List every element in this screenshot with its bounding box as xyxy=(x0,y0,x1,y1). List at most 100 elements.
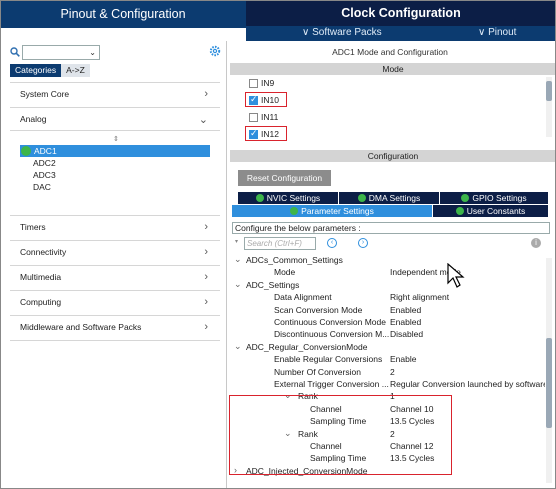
parameter-row[interactable]: Continuous Conversion Mode Enabled xyxy=(232,317,544,329)
search-previous-icon[interactable]: ‹ xyxy=(327,238,337,248)
parameter-row[interactable]: Discontinuous Conversion M... Disabled xyxy=(232,329,544,341)
tab-parameter-settings[interactable]: Parameter Settings xyxy=(232,205,432,217)
chevron-right-icon: › xyxy=(204,296,208,308)
info-icon[interactable]: i xyxy=(531,238,541,248)
check-circle-icon xyxy=(455,207,464,215)
checkbox-label: IN11 xyxy=(261,112,279,122)
category-timers[interactable]: Timers › xyxy=(20,221,210,236)
list-item-dac[interactable]: DAC xyxy=(33,182,51,192)
parameter-name: Mode xyxy=(274,267,296,278)
pinout-menu[interactable]: ∨ Pinout xyxy=(478,27,516,38)
parameter-row[interactable]: Enable Regular Conversions Enable xyxy=(232,354,544,366)
parameter-value[interactable]: Enable xyxy=(390,354,545,364)
parameter-name: External Trigger Conversion ... xyxy=(274,379,389,389)
parameter-name: ADCs_Common_Settings xyxy=(246,255,343,265)
divider xyxy=(10,82,220,83)
tab-clock-configuration[interactable]: Clock Configuration xyxy=(246,0,556,26)
category-label: Multimedia xyxy=(20,272,62,282)
checkbox[interactable] xyxy=(249,79,258,88)
parameter-scrollbar[interactable] xyxy=(546,258,552,483)
mouse-cursor-icon xyxy=(447,263,465,288)
search-icon xyxy=(10,47,20,57)
category-analog[interactable]: Analog ⌄ xyxy=(20,114,210,128)
chevron-down-icon[interactable]: ⌄ xyxy=(234,254,242,265)
configure-parameters-label: Configure the below parameters : xyxy=(232,222,550,234)
secondary-menu-bar: ∨ Software Packs ∨ Pinout xyxy=(246,26,556,41)
parameter-group-row[interactable]: ⌄ ADC_Regular_ConversionMode xyxy=(232,341,544,354)
search-next-icon[interactable]: › xyxy=(358,238,368,248)
list-item-adc1[interactable]: ADC1 xyxy=(20,145,210,157)
mode-scrollbar[interactable] xyxy=(546,77,552,137)
parameter-row[interactable]: Data Alignment Right alignment xyxy=(232,292,544,304)
mode-header: Mode xyxy=(230,63,556,75)
highlight-box xyxy=(245,92,287,107)
gear-icon[interactable] xyxy=(209,45,221,57)
parameter-value[interactable]: Disabled xyxy=(390,329,545,339)
chevron-right-icon: › xyxy=(204,321,208,333)
tab-categories[interactable]: Categories xyxy=(10,64,62,77)
tab-label: User Constants xyxy=(466,206,526,216)
checkbox[interactable] xyxy=(249,113,258,122)
divider xyxy=(10,107,220,108)
parameter-row[interactable]: External Trigger Conversion ... Regular C… xyxy=(232,379,545,391)
parameter-name: Number Of Conversion xyxy=(274,366,361,377)
parameter-name: ADC_Settings xyxy=(246,279,300,290)
tab-pinout-configuration[interactable]: Pinout & Configuration xyxy=(0,0,246,28)
software-packs-menu[interactable]: ∨ Software Packs xyxy=(302,27,382,38)
tab-dma-settings[interactable]: DMA Settings xyxy=(339,192,439,204)
category-middleware[interactable]: Middleware and Software Packs › xyxy=(20,321,210,336)
tab-label: GPIO Settings xyxy=(472,193,527,203)
sort-icon[interactable]: ⇕ xyxy=(113,135,119,143)
category-connectivity[interactable]: Connectivity › xyxy=(20,246,210,261)
chevron-down-icon: ⌄ xyxy=(89,48,96,57)
parameter-row[interactable]: Scan Conversion Mode Enabled xyxy=(232,305,544,317)
configuration-header: Configuration xyxy=(230,150,556,162)
category-multimedia[interactable]: Multimedia › xyxy=(20,271,210,286)
category-label: Analog xyxy=(20,114,47,124)
check-circle-icon xyxy=(461,194,470,202)
scrollbar-thumb[interactable] xyxy=(546,81,552,101)
search-dropdown[interactable]: ⌄ xyxy=(22,45,100,60)
divider xyxy=(10,265,220,266)
parameter-search-input[interactable]: Search (Ctrl+F) xyxy=(244,237,316,250)
parameter-value[interactable]: Enabled xyxy=(390,305,545,315)
chevron-down-icon: ⌄ xyxy=(198,114,208,126)
category-label: System Core xyxy=(20,89,70,99)
chevron-right-icon: › xyxy=(204,88,208,100)
parameter-value[interactable]: Right alignment xyxy=(390,292,545,302)
divider xyxy=(10,240,220,241)
parameter-row[interactable]: Number Of Conversion 2 xyxy=(232,367,544,379)
parameter-value[interactable]: 2 xyxy=(390,367,545,377)
tab-a-z[interactable]: A->Z xyxy=(61,64,90,77)
list-item-adc2[interactable]: ADC2 xyxy=(33,158,56,168)
parameter-value[interactable]: Enabled xyxy=(390,317,545,327)
category-system-core[interactable]: System Core › xyxy=(20,88,210,103)
chevron-down-icon[interactable]: ⌄ xyxy=(234,279,242,290)
parameter-name: Discontinuous Conversion M... xyxy=(274,329,390,340)
list-item-adc3[interactable]: ADC3 xyxy=(33,170,56,180)
parameter-name: ADC_Regular_ConversionMode xyxy=(246,341,368,352)
parameter-group-row[interactable]: ⌄ ADCs_Common_Settings xyxy=(232,254,544,267)
chevron-down-icon[interactable]: ⌄ xyxy=(234,341,242,352)
parameter-value[interactable]: Regular Conversion launched by software xyxy=(390,379,545,389)
parameter-group-row[interactable]: ⌄ ADC_Settings xyxy=(232,279,544,292)
parameter-row[interactable]: Mode Independent mode xyxy=(232,267,544,279)
tab-nvic-settings[interactable]: NVIC Settings xyxy=(238,192,338,204)
parameter-name: Scan Conversion Mode xyxy=(274,304,363,315)
tab-gpio-settings[interactable]: GPIO Settings xyxy=(440,192,548,204)
parameter-name: Enable Regular Conversions xyxy=(274,354,383,365)
divider xyxy=(10,315,220,316)
tab-user-constants[interactable]: User Constants xyxy=(433,205,548,217)
check-circle-icon xyxy=(21,146,31,156)
chevron-right-icon: › xyxy=(204,221,208,233)
reset-configuration-button[interactable]: Reset Configuration xyxy=(238,170,331,186)
tab-label: Parameter Settings xyxy=(301,206,374,216)
collapse-icon[interactable]: ▾ xyxy=(235,238,238,245)
check-circle-icon xyxy=(357,194,366,202)
list-item-label: ADC1 xyxy=(34,146,57,156)
checkbox-label: IN9 xyxy=(261,78,275,88)
parameter-value[interactable]: Independent mode xyxy=(390,267,545,277)
tab-label: NVIC Settings xyxy=(266,193,321,203)
category-computing[interactable]: Computing › xyxy=(20,296,210,311)
scrollbar-thumb[interactable] xyxy=(546,338,552,428)
